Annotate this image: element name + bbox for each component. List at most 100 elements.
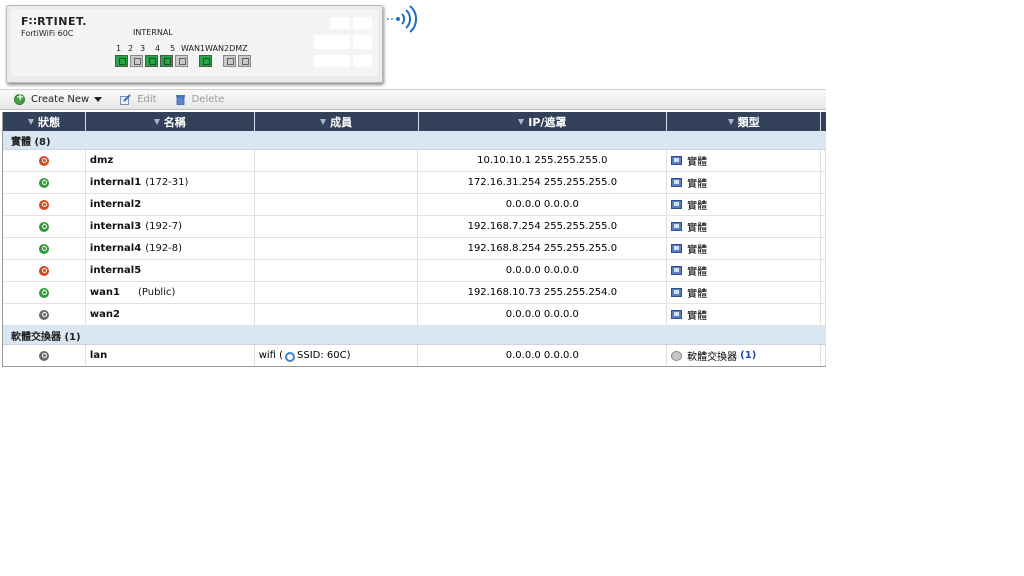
group-row[interactable]: 軟體交換器 (1): [3, 326, 826, 345]
interface-name[interactable]: internal5: [90, 265, 141, 276]
name-cell[interactable]: internal2: [86, 194, 255, 215]
name-cell[interactable]: internal5: [86, 260, 255, 281]
column-header-label: IP/遮罩: [528, 115, 567, 129]
group-row[interactable]: 實體 (8): [3, 131, 826, 150]
interface-alias: (192-8): [145, 243, 183, 254]
port-5[interactable]: [175, 55, 188, 67]
column-header-name[interactable]: 名稱: [86, 112, 255, 131]
member-cell: [255, 304, 419, 325]
interface-name[interactable]: internal1: [90, 177, 141, 188]
name-cell[interactable]: wan1 (Public): [86, 282, 255, 303]
edit-label: Edit: [137, 94, 157, 105]
type-count-link[interactable]: (1): [740, 350, 756, 361]
physical-interface-icon: [671, 310, 683, 319]
status-cell: [3, 150, 86, 171]
status-up-icon: [38, 287, 49, 298]
interface-alias: (Public): [137, 287, 176, 298]
column-header-status[interactable]: 狀態: [3, 112, 86, 131]
device-faceplate-body: F∷RTINET. FortiWiFi 60C INTERNAL 1 2 3 4…: [11, 9, 378, 76]
type-cell: 軟體交換器 (1): [667, 345, 821, 366]
fortinet-emblem-icon: [314, 17, 372, 69]
port-dmz[interactable]: [238, 55, 251, 67]
port-label: WAN1: [181, 44, 206, 53]
name-cell[interactable]: internal1 (172-31): [86, 172, 255, 193]
table-row[interactable]: internal4 (192-8) 192.168.8.254 255.255.25…: [3, 238, 826, 260]
ip-mask-cell: 0.0.0.0 0.0.0.0: [418, 345, 668, 366]
row-spacer: [821, 282, 826, 303]
type-label: 實體: [687, 267, 708, 278]
type-cell: 實體: [667, 282, 821, 303]
column-header-type[interactable]: 類型: [667, 112, 822, 131]
status-off-icon: [38, 309, 49, 320]
port-label: 2: [128, 44, 134, 53]
type-label: 軟體交換器: [687, 352, 738, 363]
column-header-label: 成員: [330, 115, 353, 129]
filter-icon: [27, 118, 34, 125]
status-up-icon: [38, 177, 49, 188]
row-spacer: [821, 260, 826, 281]
type-cell: 實體: [667, 216, 821, 237]
create-new-button[interactable]: Create New: [14, 92, 103, 105]
status-cell: [3, 238, 86, 259]
port-label: 1: [116, 44, 122, 53]
port-wan1[interactable]: [199, 55, 212, 67]
member-cell: [255, 194, 419, 215]
status-down-icon: [38, 265, 49, 276]
row-spacer: [821, 150, 826, 171]
interface-name[interactable]: internal3: [90, 221, 141, 232]
name-cell[interactable]: lan: [86, 345, 255, 366]
port-2[interactable]: [130, 55, 143, 67]
name-cell[interactable]: internal4 (192-8): [86, 238, 255, 259]
name-cell[interactable]: wan2: [86, 304, 255, 325]
interface-name[interactable]: internal2: [90, 199, 141, 210]
status-cell: [3, 282, 86, 303]
port-4[interactable]: [160, 55, 173, 67]
interface-name[interactable]: internal4: [90, 243, 141, 254]
name-cell[interactable]: dmz: [86, 150, 255, 171]
filter-icon: [518, 118, 525, 125]
port-3[interactable]: [145, 55, 158, 67]
table-row[interactable]: wan1 (Public) 192.168.10.73 255.255.254.0 實…: [3, 282, 826, 304]
type-label: 實體: [687, 289, 708, 300]
interface-name[interactable]: wan2: [90, 309, 120, 320]
column-header-ip[interactable]: IP/遮罩: [419, 112, 668, 131]
row-spacer: [821, 304, 826, 325]
fortinet-logo: F∷RTINET.: [21, 15, 87, 28]
port-1[interactable]: [115, 55, 128, 67]
interface-name[interactable]: dmz: [90, 155, 113, 166]
ip-mask-cell: 0.0.0.0 0.0.0.0: [418, 304, 668, 325]
status-up-icon: [38, 221, 49, 232]
member-cell: [255, 216, 419, 237]
table-row[interactable]: internal3 (192-7) 192.168.7.254 255.255.25…: [3, 216, 826, 238]
table-row[interactable]: dmz 10.10.10.1 255.255.255.0 實體: [3, 150, 826, 172]
table-row[interactable]: wan2 0.0.0.0 0.0.0.0 實體: [3, 304, 826, 326]
column-header-label: 類型: [737, 115, 760, 129]
delete-label: Delete: [191, 94, 225, 105]
physical-interface-icon: [671, 156, 683, 165]
port-wan2[interactable]: [223, 55, 236, 67]
interface-name[interactable]: wan1: [90, 287, 120, 298]
interface-name[interactable]: lan: [90, 350, 107, 361]
member-label: wifi (: [258, 350, 284, 361]
row-spacer: [821, 194, 826, 215]
table-row[interactable]: internal1 (172-31) 172.16.31.254 255.255.2…: [3, 172, 826, 194]
ip-mask-cell: 172.16.31.254 255.255.255.0: [418, 172, 668, 193]
member-cell: [255, 282, 419, 303]
interface-alias: (172-31): [145, 177, 189, 188]
table-row[interactable]: internal5 0.0.0.0 0.0.0.0 實體: [3, 260, 826, 282]
delete-button[interactable]: Delete: [175, 94, 225, 105]
port-label: 5: [170, 44, 176, 53]
edit-button[interactable]: Edit: [120, 94, 157, 105]
type-label: 實體: [687, 223, 708, 234]
member-cell: [255, 150, 419, 171]
ip-mask-cell: 0.0.0.0 0.0.0.0: [418, 260, 668, 281]
table-row[interactable]: internal2 0.0.0.0 0.0.0.0 實體: [3, 194, 826, 216]
port-label: WAN2: [205, 44, 230, 53]
status-cell: [3, 194, 86, 215]
row-spacer: [821, 238, 826, 259]
table-row[interactable]: lan wifi (SSID: 60C) 0.0.0.0 0.0.0.0 軟體交換器(…: [3, 345, 826, 367]
name-cell[interactable]: internal3 (192-7): [86, 216, 255, 237]
member-cell: [255, 172, 419, 193]
device-model: FortiWiFi 60C: [21, 29, 74, 38]
column-header-member[interactable]: 成員: [255, 112, 419, 131]
